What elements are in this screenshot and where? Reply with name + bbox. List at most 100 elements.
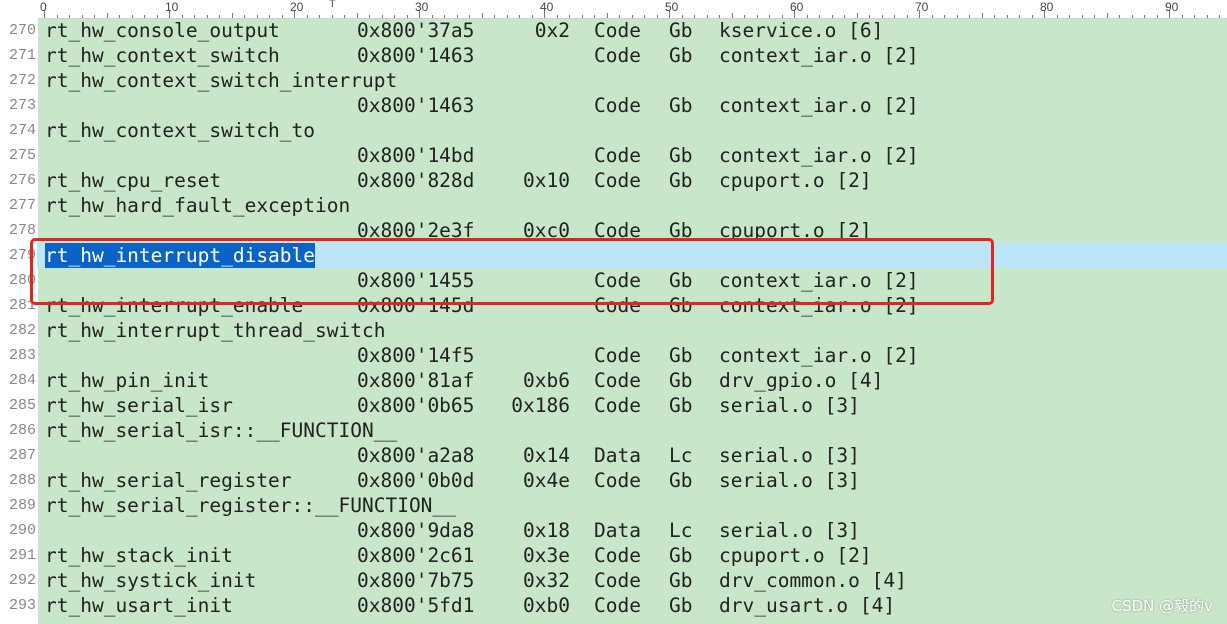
symbol-address: 0x800'2c61 — [357, 544, 475, 567]
code-line[interactable]: 287 0x800'a2a8 0x14 Data Lc serial.o [3] — [0, 443, 1227, 468]
ruler-caret: T — [329, 0, 336, 10]
code-line[interactable]: 273 0x800'1463 Code Gb context_iar.o [2] — [0, 93, 1227, 118]
symbol-name: rt_hw_interrupt_thread_switch — [45, 319, 386, 342]
object-file: context_iar.o [2] — [719, 144, 919, 167]
symbol-address: 0x800'5fd1 — [357, 594, 475, 617]
line-number: 292 — [0, 568, 37, 593]
object-file: kservice.o [6] — [719, 19, 884, 42]
symbol-address: 0x800'81af — [357, 369, 475, 392]
code-line[interactable]: 277 rt_hw_hard_fault_exception — [0, 193, 1227, 218]
symbol-name: rt_hw_context_switch — [45, 44, 280, 67]
code-line[interactable]: 283 0x800'14f5 Code Gb context_iar.o [2] — [0, 343, 1227, 368]
symbol-address: 0x800'9da8 — [357, 519, 475, 542]
symbol-scope: Lc — [669, 519, 693, 542]
line-number-text: 286 — [8, 422, 36, 439]
line-number: 282 — [0, 318, 37, 343]
code-line[interactable]: 293 rt_hw_usart_init 0x800'5fd1 0xb0 Code Gb d… — [0, 593, 1227, 618]
symbol-scope: Gb — [669, 44, 693, 67]
code-line[interactable]: 271 rt_hw_context_switch 0x800'1463 Code Gb c… — [0, 43, 1227, 68]
symbol-address: 0x800'1463 — [357, 94, 475, 117]
object-file: cpuport.o [2] — [719, 544, 872, 567]
symbol-kind: Code — [594, 44, 641, 67]
symbol-address: 0x800'828d — [357, 169, 475, 192]
symbol-scope: Gb — [669, 394, 693, 417]
code-line[interactable]: 288 rt_hw_serial_register 0x800'0b0d 0x4e Co… — [0, 468, 1227, 493]
symbol-scope: Gb — [669, 369, 693, 392]
code-line[interactable]: 284 rt_hw_pin_init 0x800'81af 0xb6 Code Gb drv… — [0, 368, 1227, 393]
symbol-scope: Gb — [669, 569, 693, 592]
symbol-kind: Code — [594, 344, 641, 367]
symbol-kind: Code — [594, 94, 641, 117]
ruler-label: 20 — [290, 0, 304, 14]
code-line[interactable]: 272 rt_hw_context_switch_interrupt — [0, 68, 1227, 93]
ruler-label: 10 — [165, 0, 179, 14]
line-number-text: 273 — [8, 97, 36, 114]
symbol-scope: Gb — [669, 594, 693, 617]
line-number-text: 289 — [8, 497, 36, 514]
line-number: 272 — [0, 68, 37, 93]
code-line[interactable]: 289 rt_hw_serial_register::__FUNCTION__ — [0, 493, 1227, 518]
line-number-text: 270 — [8, 22, 36, 39]
symbol-scope: Gb — [669, 544, 693, 567]
line-number: 291 — [0, 543, 37, 568]
ruler-label: 70 — [915, 0, 929, 14]
symbol-name: rt_hw_context_switch_interrupt — [45, 69, 398, 92]
symbol-name: rt_hw_serial_isr — [45, 394, 233, 417]
symbol-size: 0x18 — [523, 519, 570, 542]
ruler-label: 0 — [40, 0, 47, 14]
line-number: 284 — [0, 368, 37, 393]
symbol-name: rt_hw_console_output — [45, 19, 280, 42]
symbol-kind: Data — [594, 519, 641, 542]
code-line[interactable]: 275 0x800'14bd Code Gb context_iar.o [2] — [0, 143, 1227, 168]
code-line[interactable]: 291 rt_hw_stack_init 0x800'2c61 0x3e Code Gb c… — [0, 543, 1227, 568]
code-line[interactable]: 286 rt_hw_serial_isr::__FUNCTION__ — [0, 418, 1227, 443]
symbol-kind: Code — [594, 19, 641, 42]
symbol-scope: Gb — [669, 94, 693, 117]
line-number: 285 — [0, 393, 37, 418]
line-number-text: 275 — [8, 147, 36, 164]
symbol-size: 0x186 — [511, 394, 570, 417]
symbol-scope: Lc — [669, 444, 693, 467]
symbol-size: 0x4e — [523, 469, 570, 492]
highlight-box — [30, 238, 994, 305]
symbol-size: 0x3e — [523, 544, 570, 567]
symbol-kind: Code — [594, 594, 641, 617]
code-line[interactable]: 290 0x800'9da8 0x18 Data Lc serial.o [3] — [0, 518, 1227, 543]
symbol-name: rt_hw_context_switch_to — [45, 119, 316, 142]
symbol-address: 0x800'37a5 — [357, 19, 475, 42]
symbol-name: rt_hw_systick_init — [45, 569, 257, 592]
symbol-size: 0xb0 — [523, 594, 570, 617]
code-line[interactable]: 292 rt_hw_systick_init 0x800'7b75 0x32 Code G… — [0, 568, 1227, 593]
line-number-text: 274 — [8, 122, 36, 139]
code-line[interactable]: 276 rt_hw_cpu_reset 0x800'828d 0x10 Code Gb cp… — [0, 168, 1227, 193]
code-line[interactable]: 270 rt_hw_console_output 0x800'37a5 0x2 Code… — [0, 18, 1227, 43]
symbol-size: 0x10 — [523, 169, 570, 192]
line-number: 287 — [0, 443, 37, 468]
line-number: 277 — [0, 193, 37, 218]
line-number-text: 283 — [8, 347, 36, 364]
symbol-name: rt_hw_hard_fault_exception — [45, 194, 351, 217]
symbol-size: 0x32 — [523, 569, 570, 592]
line-number-text: 272 — [8, 72, 36, 89]
line-number: 274 — [0, 118, 37, 143]
map-file-editor[interactable]: 270 rt_hw_console_output 0x800'37a5 0x2 Code… — [0, 18, 1227, 624]
code-line[interactable]: 285 rt_hw_serial_isr 0x800'0b65 0x186 Code Gb… — [0, 393, 1227, 418]
ruler-label: 80 — [1040, 0, 1054, 14]
code-line[interactable]: 274 rt_hw_context_switch_to — [0, 118, 1227, 143]
symbol-name: rt_hw_pin_init — [45, 369, 210, 392]
object-file: drv_gpio.o [4] — [719, 369, 884, 392]
symbol-address: 0x800'14bd — [357, 144, 475, 167]
object-file: serial.o [3] — [719, 444, 860, 467]
column-ruler: 0 10 20 30 40 50 60 70 80 90 T — [0, 0, 1227, 19]
line-number: 276 — [0, 168, 37, 193]
symbol-kind: Code — [594, 569, 641, 592]
code-line[interactable]: 282 rt_hw_interrupt_thread_switch — [0, 318, 1227, 343]
ruler-label: 90 — [1165, 0, 1179, 14]
symbol-scope: Gb — [669, 144, 693, 167]
symbol-address: 0x800'7b75 — [357, 569, 475, 592]
symbol-address: 0x800'0b0d — [357, 469, 475, 492]
line-number: 286 — [0, 418, 37, 443]
symbol-size: 0x14 — [523, 444, 570, 467]
symbol-scope: Gb — [669, 169, 693, 192]
symbol-name: rt_hw_stack_init — [45, 544, 233, 567]
